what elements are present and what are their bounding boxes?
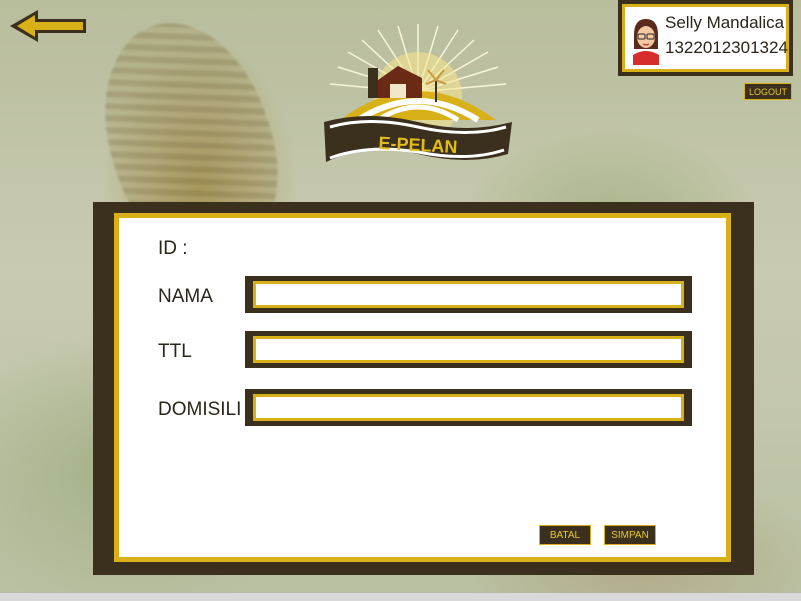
domisili-label: DOMISILI — [158, 399, 242, 420]
cancel-button[interactable]: BATAL — [539, 525, 591, 545]
nama-input[interactable] — [253, 281, 684, 308]
domisili-field-frame — [245, 389, 692, 426]
domisili-input[interactable] — [253, 394, 684, 421]
back-button[interactable] — [8, 8, 88, 44]
nama-field-frame — [245, 276, 692, 313]
bottom-strip — [0, 593, 801, 601]
ttl-label: TTL — [158, 341, 192, 362]
user-avatar-icon — [633, 19, 659, 65]
left-arrow-icon — [10, 10, 86, 42]
user-id: 1322012301324 — [665, 38, 788, 57]
logout-button[interactable]: LOGOUT — [744, 83, 792, 100]
form-body: ID : NAMA TTL DOMISILI BATAL SIMPAN — [114, 213, 731, 562]
user-profile-card: Selly Mandalica 1322012301324 — [618, 0, 793, 76]
ttl-field-frame — [245, 331, 692, 368]
app-logo: E-PELAN — [318, 22, 518, 178]
save-button[interactable]: SIMPAN — [604, 525, 656, 545]
ttl-input[interactable] — [253, 336, 684, 363]
form-panel: ID : NAMA TTL DOMISILI BATAL SIMPAN — [93, 202, 754, 575]
id-label: ID : — [158, 238, 188, 259]
user-name: Selly Mandalica — [665, 13, 785, 32]
nama-label: NAMA — [158, 286, 213, 307]
